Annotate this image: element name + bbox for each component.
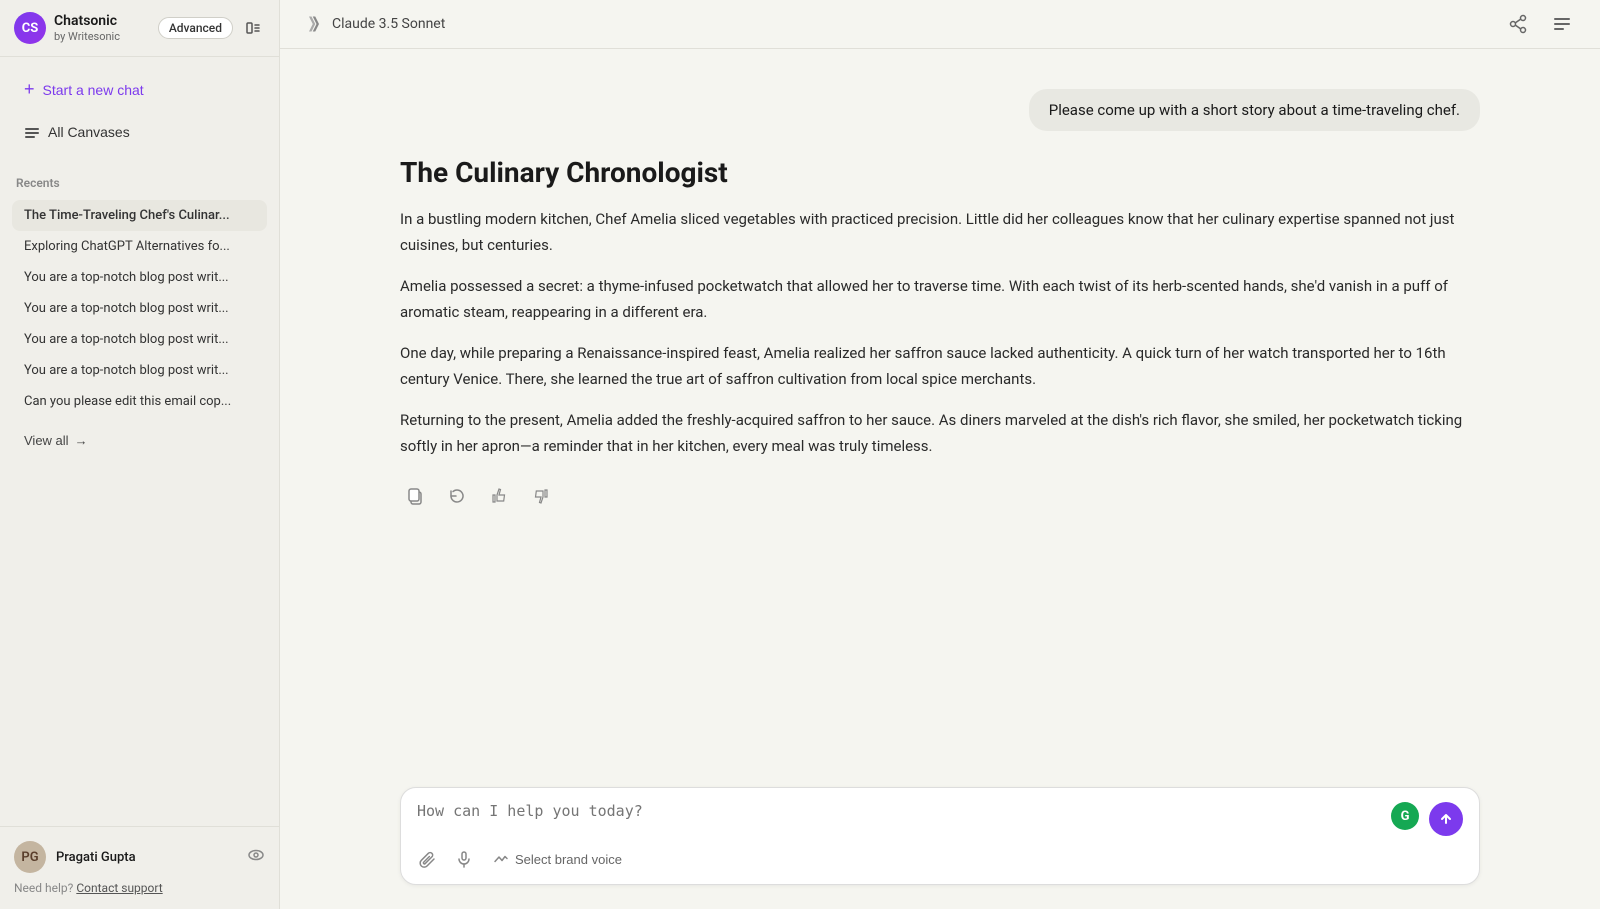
brand-voice-button[interactable]: Select brand voice bbox=[489, 849, 626, 869]
user-name: Pragati Gupta bbox=[56, 850, 237, 865]
attach-file-button[interactable] bbox=[417, 848, 439, 870]
contact-support-link[interactable]: Contact support bbox=[76, 881, 162, 895]
recents-label: Recents bbox=[12, 170, 267, 196]
header-actions bbox=[1504, 10, 1576, 38]
story-title: The Culinary Chronologist bbox=[400, 155, 1480, 191]
input-toolbar: Select brand voice bbox=[417, 848, 1463, 870]
paragraphs-container: In a bustling modern kitchen, Chef Ameli… bbox=[400, 207, 1480, 459]
chat-input[interactable] bbox=[417, 802, 1381, 826]
share-button[interactable] bbox=[1504, 10, 1532, 38]
plus-icon: + bbox=[24, 79, 35, 100]
user-row: PG Pragati Gupta bbox=[14, 841, 265, 873]
recent-item[interactable]: You are a top-notch blog post writ... bbox=[12, 293, 267, 324]
advanced-badge: Advanced bbox=[158, 17, 233, 39]
recent-item[interactable]: Can you please edit this email cop... bbox=[12, 386, 267, 417]
user-message-text: Please come up with a short story about … bbox=[1049, 101, 1460, 119]
eye-icon[interactable] bbox=[247, 846, 265, 868]
app-by: by Writesonic bbox=[54, 30, 150, 43]
chat-content: Please come up with a short story about … bbox=[280, 49, 1600, 787]
recent-item[interactable]: The Time-Traveling Chef's Culinar... bbox=[12, 200, 267, 231]
user-message: Please come up with a short story about … bbox=[1029, 89, 1480, 131]
app-logo: CS bbox=[14, 12, 46, 44]
sidebar-header: CS Chatsonic by Writesonic Advanced bbox=[0, 0, 279, 57]
brand-voice-label: Select brand voice bbox=[515, 852, 622, 867]
input-row: G bbox=[417, 802, 1463, 836]
sidebar-footer: PG Pragati Gupta Need help? Contact supp… bbox=[0, 826, 279, 909]
recents-section: Recents The Time-Traveling Chef's Culina… bbox=[0, 170, 279, 417]
logo-text: Chatsonic by Writesonic bbox=[54, 13, 150, 43]
grammarly-icon: G bbox=[1391, 802, 1419, 830]
thumbs-down-button[interactable] bbox=[526, 483, 556, 509]
input-box: G bbox=[400, 787, 1480, 885]
story-paragraph: Returning to the present, Amelia added t… bbox=[400, 408, 1480, 459]
avatar: PG bbox=[14, 841, 46, 873]
app-name: Chatsonic bbox=[54, 13, 150, 30]
thumbs-up-button[interactable] bbox=[484, 483, 514, 509]
new-chat-button[interactable]: + Start a new chat bbox=[12, 69, 267, 110]
copy-button[interactable] bbox=[400, 483, 430, 509]
input-area: G bbox=[280, 787, 1600, 909]
story-paragraph: One day, while preparing a Renaissance-i… bbox=[400, 341, 1480, 392]
recent-item[interactable]: You are a top-notch blog post writ... bbox=[12, 262, 267, 293]
anthropic-icon bbox=[304, 14, 324, 34]
help-text: Need help? Contact support bbox=[14, 881, 265, 895]
sidebar: CS Chatsonic by Writesonic Advanced + St… bbox=[0, 0, 280, 909]
view-all-button[interactable]: View all → bbox=[12, 425, 267, 456]
send-button[interactable] bbox=[1429, 802, 1463, 836]
recent-item[interactable]: You are a top-notch blog post writ... bbox=[12, 324, 267, 355]
story-paragraph: Amelia possessed a secret: a thyme-infus… bbox=[400, 274, 1480, 325]
recent-item[interactable]: Exploring ChatGPT Alternatives fo... bbox=[12, 231, 267, 262]
story-paragraph: In a bustling modern kitchen, Chef Ameli… bbox=[400, 207, 1480, 258]
sidebar-nav: + Start a new chat All Canvases bbox=[0, 57, 279, 162]
response-actions bbox=[400, 483, 1480, 509]
recent-item[interactable]: You are a top-notch blog post writ... bbox=[12, 355, 267, 386]
all-canvases-label: All Canvases bbox=[48, 124, 130, 140]
more-options-button[interactable] bbox=[1548, 10, 1576, 38]
brand-voice-icon bbox=[493, 851, 509, 867]
canvases-icon bbox=[24, 124, 40, 140]
voice-input-button[interactable] bbox=[453, 848, 475, 870]
main-header: Claude 3.5 Sonnet bbox=[280, 0, 1600, 49]
model-info: Claude 3.5 Sonnet bbox=[304, 14, 445, 34]
arrow-right-icon: → bbox=[75, 433, 88, 448]
regenerate-button[interactable] bbox=[442, 483, 472, 509]
model-name: Claude 3.5 Sonnet bbox=[332, 16, 445, 32]
all-canvases-button[interactable]: All Canvases bbox=[12, 114, 267, 150]
recents-list: The Time-Traveling Chef's Culinar...Expl… bbox=[12, 200, 267, 417]
view-all-label: View all bbox=[24, 433, 69, 448]
collapse-sidebar-button[interactable] bbox=[241, 16, 265, 40]
response-area: The Culinary Chronologist In a bustling … bbox=[400, 155, 1480, 509]
main-panel: Claude 3.5 Sonnet bbox=[280, 0, 1600, 909]
new-chat-label: Start a new chat bbox=[43, 82, 144, 98]
